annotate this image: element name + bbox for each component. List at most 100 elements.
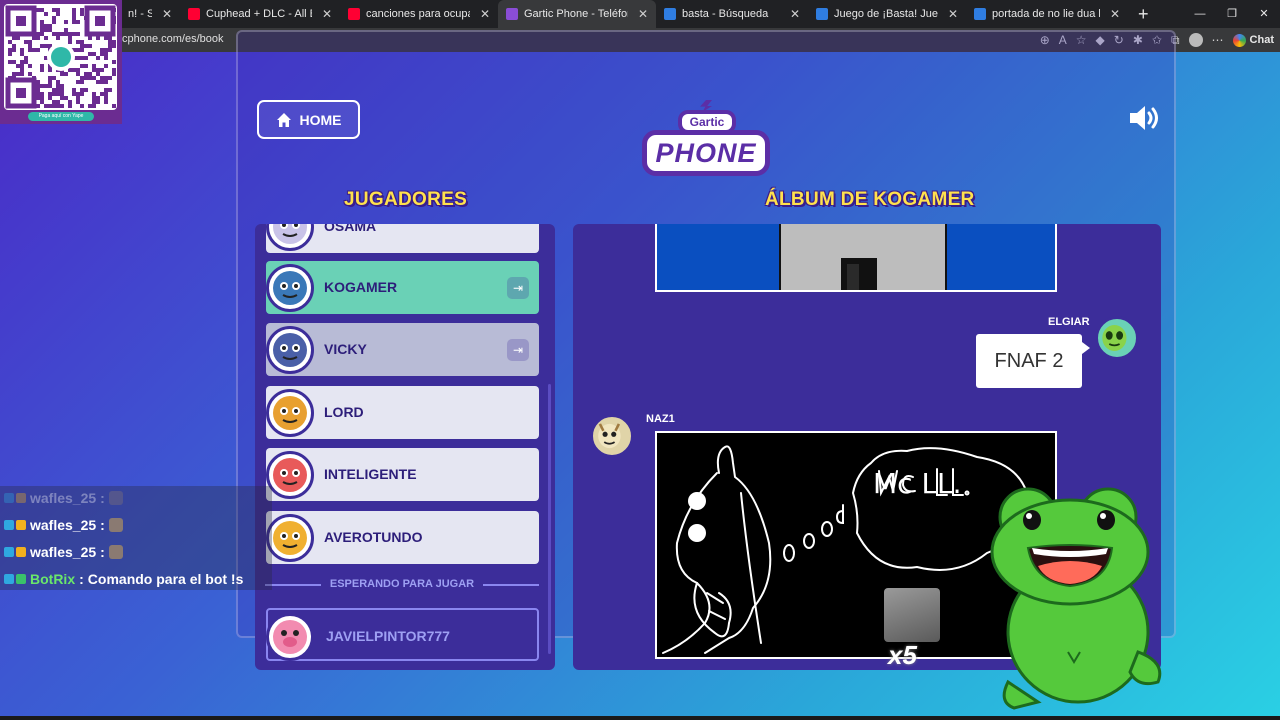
moderator-badge-icon <box>4 547 14 557</box>
players-heading: JUGADORES <box>344 189 468 210</box>
chat-username: BotRix <box>30 571 76 587</box>
moderator-badge-icon <box>4 520 14 530</box>
browser-tab[interactable]: basta - Búsqueda ✕ <box>656 0 808 28</box>
tab-title: Gartic Phone - Teléfono Descomp <box>524 8 628 20</box>
new-tab-button[interactable]: + <box>1128 4 1159 25</box>
crown-badge-icon <box>16 547 26 557</box>
minimize-button[interactable]: — <box>1184 0 1216 28</box>
chat-separator: : <box>79 571 84 587</box>
tab-close-icon[interactable]: ✕ <box>790 7 800 21</box>
player-row[interactable]: VICKY ⇥ <box>266 323 539 376</box>
drawing-door <box>841 258 877 290</box>
chat-message: wafles_25 : <box>4 488 123 508</box>
tab-favicon-icon <box>348 8 360 20</box>
avatar-naz1 <box>590 414 634 458</box>
tab-close-icon[interactable]: ✕ <box>948 7 958 21</box>
player-name: AVEROTUNDO <box>324 529 423 545</box>
player-row[interactable]: KOGAMER ⇥ <box>266 261 539 314</box>
tab-title: Juego de ¡Basta! Juega Stop, Tutti <box>834 8 938 20</box>
alien-avatar-icon <box>1102 325 1127 351</box>
emote-sticker: x5 <box>880 584 944 674</box>
avatar-elgiar <box>1095 316 1139 360</box>
chat-text: Comando para el bot !s <box>87 571 244 587</box>
player-row[interactable]: AVEROTUNDO <box>266 511 539 564</box>
guess-text-bubble: FNAF 2 <box>976 334 1090 388</box>
chat-emote-icon <box>108 545 123 559</box>
album-heading: ÁLBUM DE KOGAMER <box>765 189 975 210</box>
tab-close-icon[interactable]: ✕ <box>1110 7 1120 21</box>
crown-badge-icon <box>16 493 26 503</box>
close-window-button[interactable]: ✕ <box>1248 0 1280 28</box>
qr-pattern <box>5 5 116 109</box>
waiting-label: ESPERANDO PARA JUGAR <box>265 578 539 590</box>
maximize-button[interactable]: ❐ <box>1216 0 1248 28</box>
tab-favicon-icon <box>664 8 676 20</box>
more-menu-icon[interactable]: ⋯ <box>1212 33 1224 47</box>
copilot-chat-button[interactable]: Chat <box>1232 33 1274 47</box>
kick-player-icon[interactable]: ⇥ <box>507 277 529 299</box>
drawing-hallway <box>779 224 947 290</box>
player-avatar <box>266 326 314 374</box>
chat-separator: : <box>100 490 105 506</box>
frog-mascot <box>990 487 1162 710</box>
waiting-player-row[interactable]: JAVIELPINTOR777 <box>266 608 539 661</box>
logo-phone-text: PHONE <box>642 130 770 176</box>
gartic-phone-logo: Gartic PHONE <box>640 100 772 180</box>
crown-badge-icon <box>16 520 26 530</box>
player-name: KOGAMER <box>324 279 398 295</box>
chat-separator: : <box>100 544 105 560</box>
browser-tab[interactable]: Gartic Phone - Teléfono Descomp ✕ <box>498 0 656 28</box>
author-name-elgiar: ELGIAR <box>1048 316 1090 328</box>
tab-close-icon[interactable]: ✕ <box>322 7 332 21</box>
tab-title: Cuphead + DLC - All Bosses S <box>206 8 312 20</box>
player-row[interactable]: LORD <box>266 386 539 439</box>
player-name: INTELIGENTE <box>324 466 417 482</box>
scribble-text: Mc LL. <box>873 467 962 500</box>
browser-tab[interactable]: Juego de ¡Basta! Juega Stop, Tutti ✕ <box>808 0 966 28</box>
url-text[interactable]: cphone.com/es/book <box>122 33 224 45</box>
tab-close-icon[interactable]: ✕ <box>162 7 172 21</box>
chat-message: BotRix : Comando para el bot !s <box>4 569 243 589</box>
chat-separator: : <box>100 517 105 533</box>
player-avatar <box>266 389 314 437</box>
chat-message: wafles_25 : <box>4 515 123 535</box>
tab-title: portada de no lie dua lipa - Búsq <box>992 8 1100 20</box>
tab-favicon-icon <box>506 8 518 20</box>
player-row[interactable]: INTELIGENTE <box>266 448 539 501</box>
sticker-count: x5 <box>888 640 917 670</box>
tab-favicon-icon <box>816 8 828 20</box>
player-row[interactable]: OSAMA <box>266 224 539 253</box>
yape-qr-overlay: Paga aquí con Yape <box>0 0 122 124</box>
players-scrollbar[interactable] <box>548 384 551 654</box>
tab-close-icon[interactable]: ✕ <box>480 7 490 21</box>
player-avatar <box>266 451 314 499</box>
home-button[interactable]: HOME <box>257 100 360 139</box>
sound-icon[interactable] <box>1128 104 1162 132</box>
kick-player-icon[interactable]: ⇥ <box>507 339 529 361</box>
tab-close-icon[interactable]: ✕ <box>638 7 648 21</box>
browser-tab[interactable]: Cuphead + DLC - All Bosses S ✕ <box>180 0 340 28</box>
tab-favicon-icon <box>188 8 200 20</box>
profile-avatar[interactable] <box>1188 33 1203 47</box>
chat-message: wafles_25 : <box>4 542 123 562</box>
home-icon <box>276 112 291 127</box>
home-label: HOME <box>299 111 342 128</box>
player-avatar <box>266 514 314 562</box>
player-name: JAVIELPINTOR777 <box>326 628 450 644</box>
player-avatar <box>266 224 314 251</box>
verified-badge-icon <box>16 574 26 584</box>
browser-tab[interactable]: n! - Studiop ✕ <box>120 0 180 28</box>
chat-username: wafles_25 <box>30 490 97 506</box>
players-panel[interactable]: ESPERANDO PARA JUGAR OSAMA KOGAMER ⇥ VICKY ⇥… <box>255 224 555 670</box>
browser-tab[interactable]: portada de no lie dua lipa - Búsq ✕ <box>966 0 1128 28</box>
chat-badges <box>4 520 26 530</box>
qr-code <box>4 4 117 110</box>
browser-tab-bar: n! - Studiop✕Cuphead + DLC - All Bosses … <box>0 0 1280 28</box>
tab-title: basta - Búsqueda <box>682 8 769 20</box>
moderator-badge-icon <box>4 574 14 584</box>
album-drawing-1 <box>655 224 1057 292</box>
chat-badges <box>4 574 26 584</box>
tab-title: canciones para ocupar una cabeza <box>366 8 470 20</box>
chat-badges <box>4 493 26 503</box>
browser-tab[interactable]: canciones para ocupar una cabeza ✕ <box>340 0 498 28</box>
